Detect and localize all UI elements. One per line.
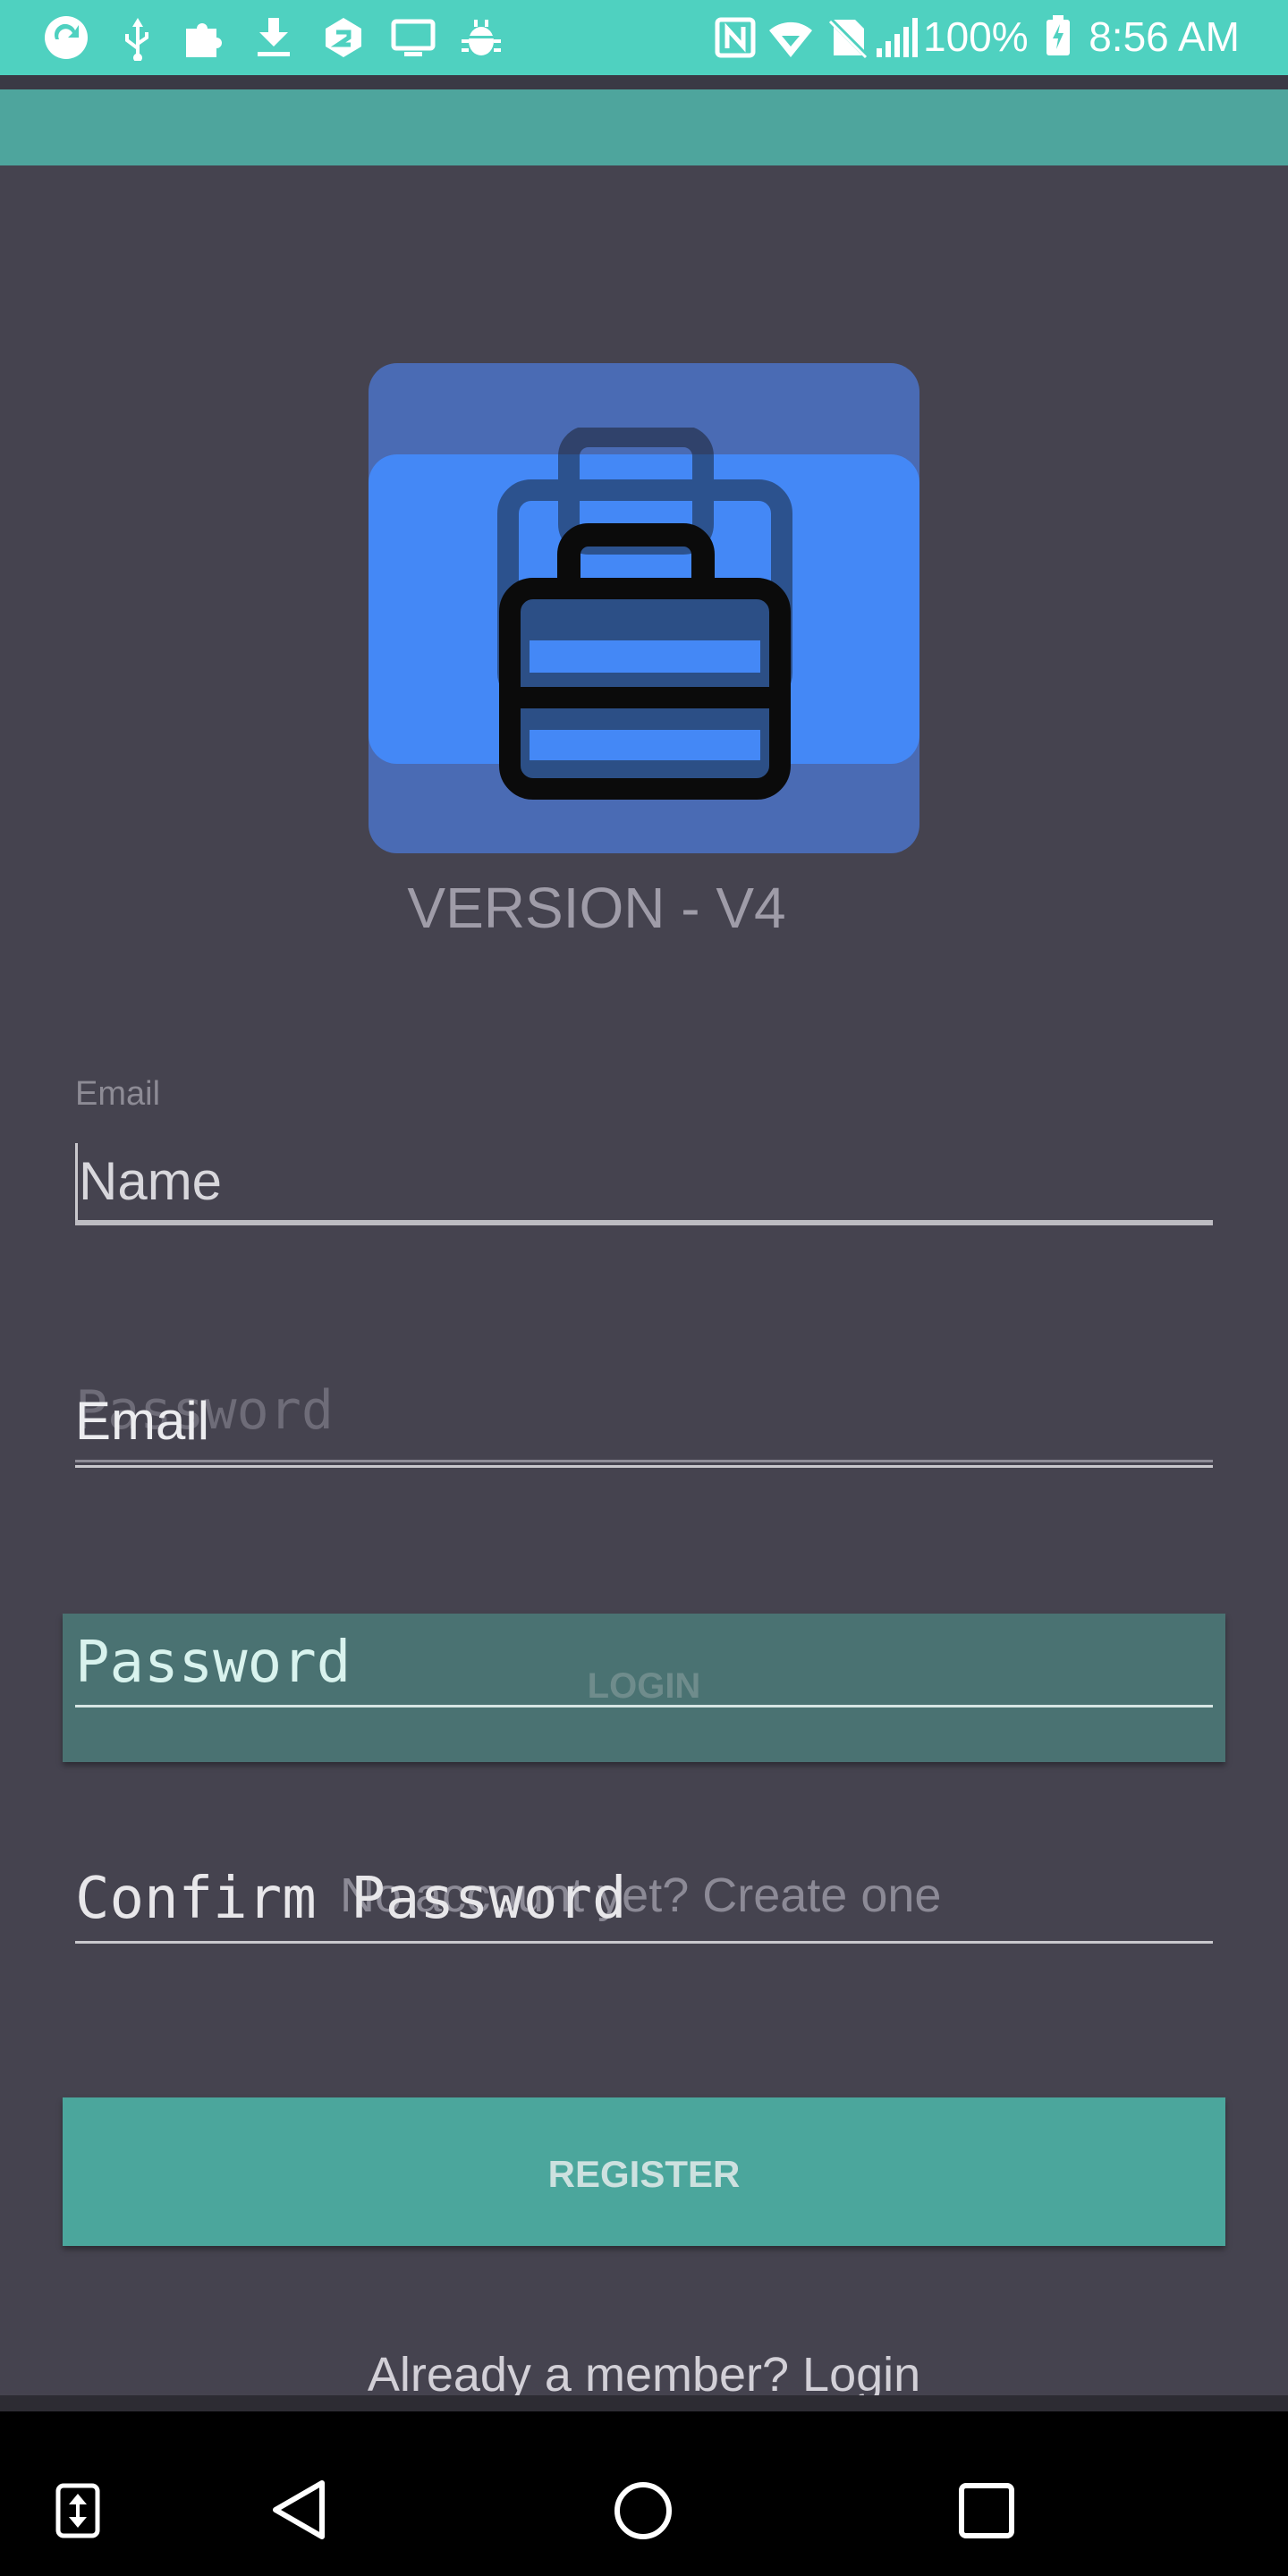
confirm-password-input[interactable]: Confirm Password — [75, 1866, 627, 1932]
recents-icon[interactable] — [959, 2483, 1014, 2538]
name-input[interactable]: Name — [79, 1150, 222, 1212]
login-link[interactable]: Already a member? Login — [0, 2347, 1288, 2402]
home-icon[interactable] — [614, 2481, 673, 2540]
version-label: VERSION - V4 — [407, 876, 786, 940]
email-input[interactable]: Email — [75, 1390, 209, 1452]
wifi-icon — [769, 21, 812, 57]
clock: 8:56 AM — [1089, 13, 1240, 60]
shield-app-icon — [326, 18, 361, 57]
register-button-label: REGISTER — [547, 2153, 741, 2195]
swap-vertical-icon[interactable] — [55, 2483, 100, 2538]
battery-percentage: 100% — [923, 13, 1029, 60]
email-floating-label: Email — [75, 1075, 161, 1113]
puzzle-icon — [186, 23, 222, 57]
nfc-icon — [715, 17, 756, 58]
no-sim-icon — [826, 15, 870, 60]
app-sync-icon — [45, 16, 88, 59]
back-icon[interactable] — [270, 2478, 327, 2542]
name-underline — [75, 1220, 1213, 1225]
android-bug-icon — [462, 20, 501, 55]
login-button-label: LOGIN — [587, 1666, 701, 1706]
usb-icon — [125, 18, 148, 61]
monitor-icon — [391, 19, 436, 56]
briefcase-icon — [497, 428, 792, 800]
status-bar: 100% 8:56 AM — [0, 0, 1288, 75]
status-shadow — [0, 75, 1288, 89]
app-toolbar — [0, 89, 1288, 165]
text-cursor — [75, 1143, 78, 1222]
navigation-bar — [0, 2395, 1288, 2576]
download-icon — [258, 18, 290, 56]
signal-icon — [877, 18, 918, 57]
login-password-underline — [75, 1460, 1213, 1462]
confirm-password-underline — [75, 1941, 1213, 1944]
battery-charging-icon — [1046, 15, 1071, 55]
email-underline — [75, 1465, 1213, 1468]
